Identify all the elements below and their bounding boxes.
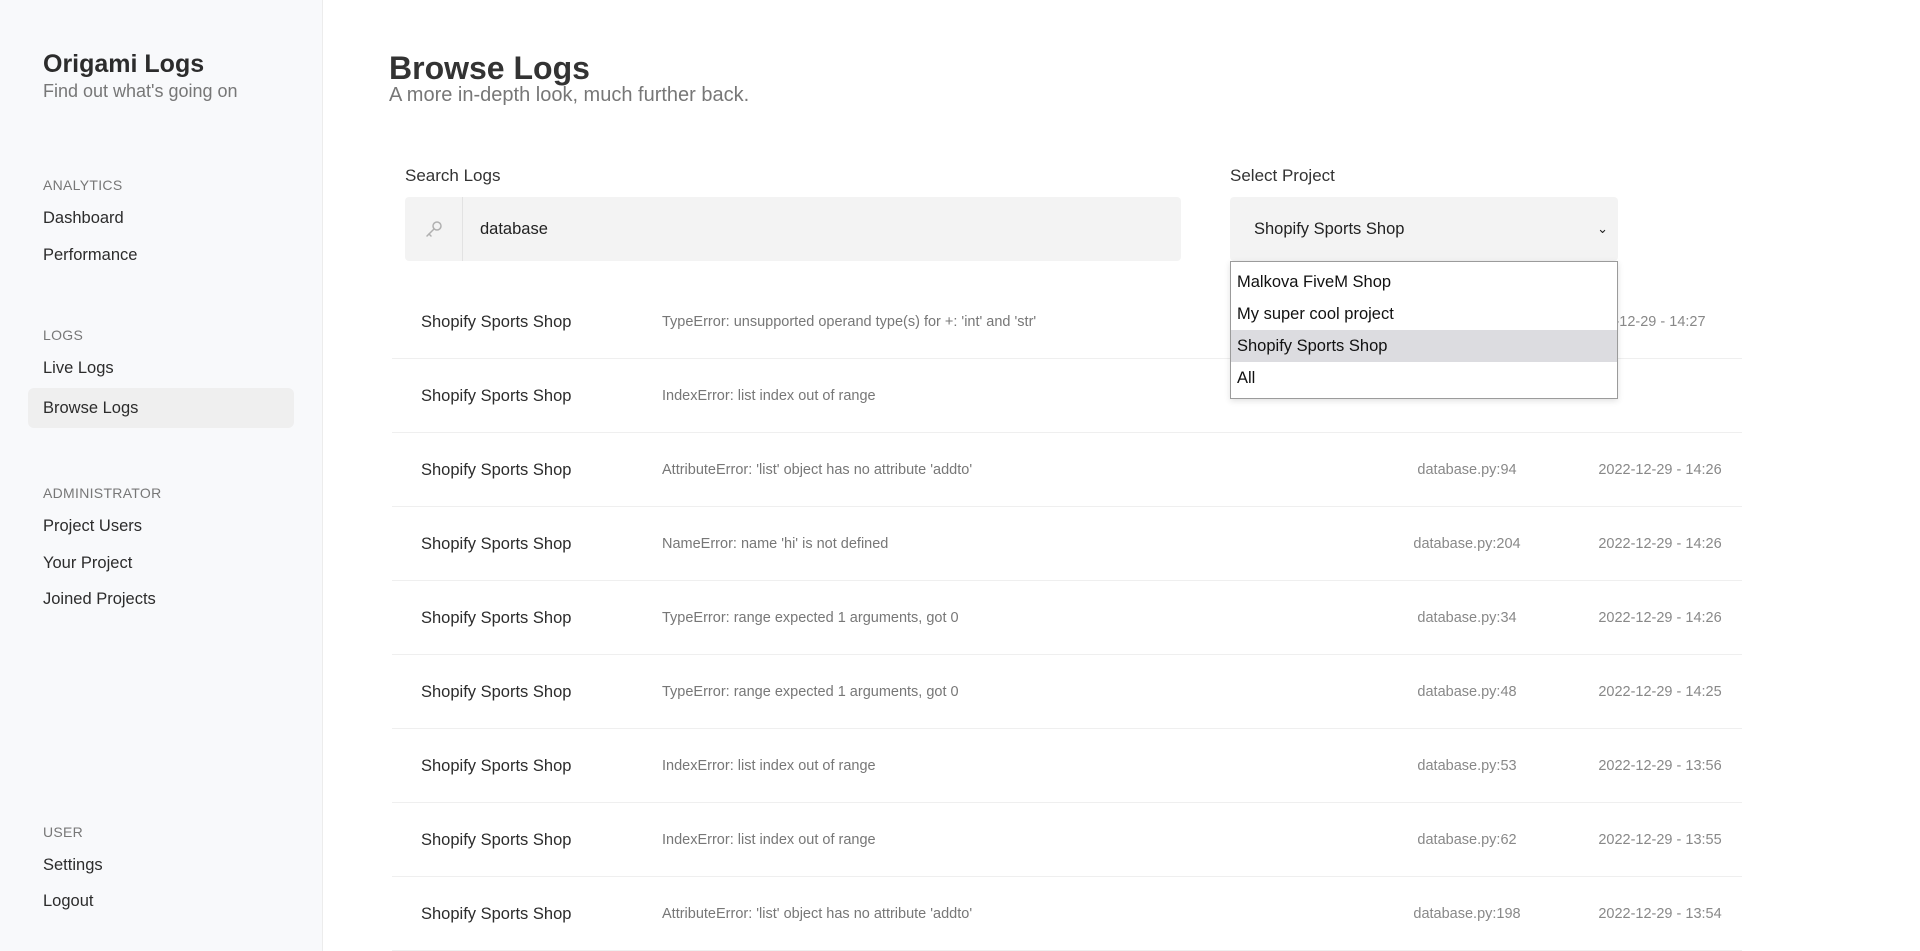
- app-subtitle: Find out what's going on: [43, 81, 238, 101]
- log-time: 2022-12-29 - 14:26: [1598, 536, 1722, 552]
- sidebar-item-logout[interactable]: Logout: [28, 881, 294, 921]
- log-project: Shopify Sports Shop: [421, 387, 572, 405]
- section-label-administrator: ADMINISTRATOR: [43, 485, 162, 501]
- key-icon: [405, 197, 463, 261]
- dropdown-option-malkova[interactable]: Malkova FiveM Shop: [1231, 266, 1617, 298]
- log-time: 2022-12-29 - 13:54: [1598, 906, 1722, 922]
- section-label-logs: LOGS: [43, 327, 84, 343]
- dropdown-option-super-cool[interactable]: My super cool project: [1231, 298, 1617, 330]
- table-row[interactable]: Shopify Sports Shop AttributeError: 'lis…: [392, 433, 1742, 507]
- section-label-analytics: ANALYTICS: [43, 177, 123, 193]
- table-row[interactable]: Shopify Sports Shop NameError: name 'hi'…: [392, 507, 1742, 581]
- table-row[interactable]: Shopify Sports Shop TypeError: range exp…: [392, 655, 1742, 729]
- log-message: IndexError: list index out of range: [662, 832, 876, 848]
- search-label: Search Logs: [405, 166, 501, 185]
- log-file: database.py:53: [1417, 758, 1517, 774]
- sidebar-item-performance[interactable]: Performance: [28, 235, 294, 275]
- table-row[interactable]: Shopify Sports Shop IndexError: list ind…: [392, 729, 1742, 803]
- page-title: Browse Logs: [389, 50, 590, 86]
- project-select-value: Shopify Sports Shop: [1254, 219, 1405, 238]
- log-time: 2022-12-29 - 14:26: [1598, 462, 1722, 478]
- chevron-down-icon: ⌄: [1597, 221, 1608, 236]
- log-time: 2022-12-29 - 14:26: [1598, 610, 1722, 626]
- sidebar-item-your-project[interactable]: Your Project: [28, 543, 294, 583]
- log-file: database.py:34: [1417, 610, 1517, 626]
- search-input[interactable]: [463, 197, 1163, 261]
- sidebar-item-live-logs[interactable]: Live Logs: [28, 348, 294, 388]
- sidebar-item-dashboard[interactable]: Dashboard: [28, 198, 294, 238]
- table-row[interactable]: Shopify Sports Shop TypeError: range exp…: [392, 581, 1742, 655]
- log-project: Shopify Sports Shop: [421, 683, 572, 701]
- project-dropdown-list: Malkova FiveM Shop My super cool project…: [1230, 261, 1618, 399]
- search-field: [405, 197, 1181, 261]
- log-message: NameError: name 'hi' is not defined: [662, 536, 889, 552]
- project-select-label: Select Project: [1230, 166, 1335, 185]
- log-time: 2022-12-29 - 13:55: [1598, 832, 1722, 848]
- log-file: database.py:48: [1417, 684, 1517, 700]
- table-row[interactable]: Shopify Sports Shop IndexError: list ind…: [392, 803, 1742, 877]
- log-project: Shopify Sports Shop: [421, 461, 572, 479]
- sidebar-item-project-users[interactable]: Project Users: [28, 506, 294, 546]
- log-project: Shopify Sports Shop: [421, 313, 572, 331]
- log-file: database.py:198: [1413, 906, 1521, 922]
- sidebar-item-joined-projects[interactable]: Joined Projects: [28, 579, 294, 619]
- log-time: 2022-12-29 - 14:25: [1598, 684, 1722, 700]
- log-project: Shopify Sports Shop: [421, 757, 572, 775]
- dropdown-option-all[interactable]: All: [1231, 362, 1617, 394]
- log-file: database.py:62: [1417, 832, 1517, 848]
- log-message: TypeError: range expected 1 arguments, g…: [662, 684, 959, 700]
- log-project: Shopify Sports Shop: [421, 831, 572, 849]
- log-file: database.py:204: [1413, 536, 1521, 552]
- log-message: IndexError: list index out of range: [662, 758, 876, 774]
- log-project: Shopify Sports Shop: [421, 905, 572, 923]
- sidebar-item-browse-logs[interactable]: Browse Logs: [28, 388, 294, 428]
- dropdown-option-shopify[interactable]: Shopify Sports Shop: [1231, 330, 1617, 362]
- log-file: database.py:94: [1417, 462, 1517, 478]
- table-row[interactable]: Shopify Sports Shop AttributeError: 'lis…: [392, 877, 1742, 951]
- log-message: IndexError: list index out of range: [662, 388, 876, 404]
- app-title: Origami Logs: [43, 50, 205, 78]
- section-label-user: USER: [43, 824, 84, 840]
- sidebar-item-settings[interactable]: Settings: [28, 845, 294, 885]
- log-project: Shopify Sports Shop: [421, 609, 572, 627]
- log-message: TypeError: range expected 1 arguments, g…: [662, 610, 959, 626]
- log-message: AttributeError: 'list' object has no att…: [662, 906, 973, 922]
- log-message: AttributeError: 'list' object has no att…: [662, 462, 973, 478]
- log-message: TypeError: unsupported operand type(s) f…: [662, 314, 1037, 330]
- project-select[interactable]: Shopify Sports Shop ⌄: [1230, 197, 1618, 261]
- log-project: Shopify Sports Shop: [421, 535, 572, 553]
- sidebar: Origami Logs Find out what's going on AN…: [0, 0, 323, 951]
- log-time: 2022-12-29 - 13:56: [1598, 758, 1722, 774]
- page-subtitle: A more in-depth look, much further back.: [389, 84, 750, 106]
